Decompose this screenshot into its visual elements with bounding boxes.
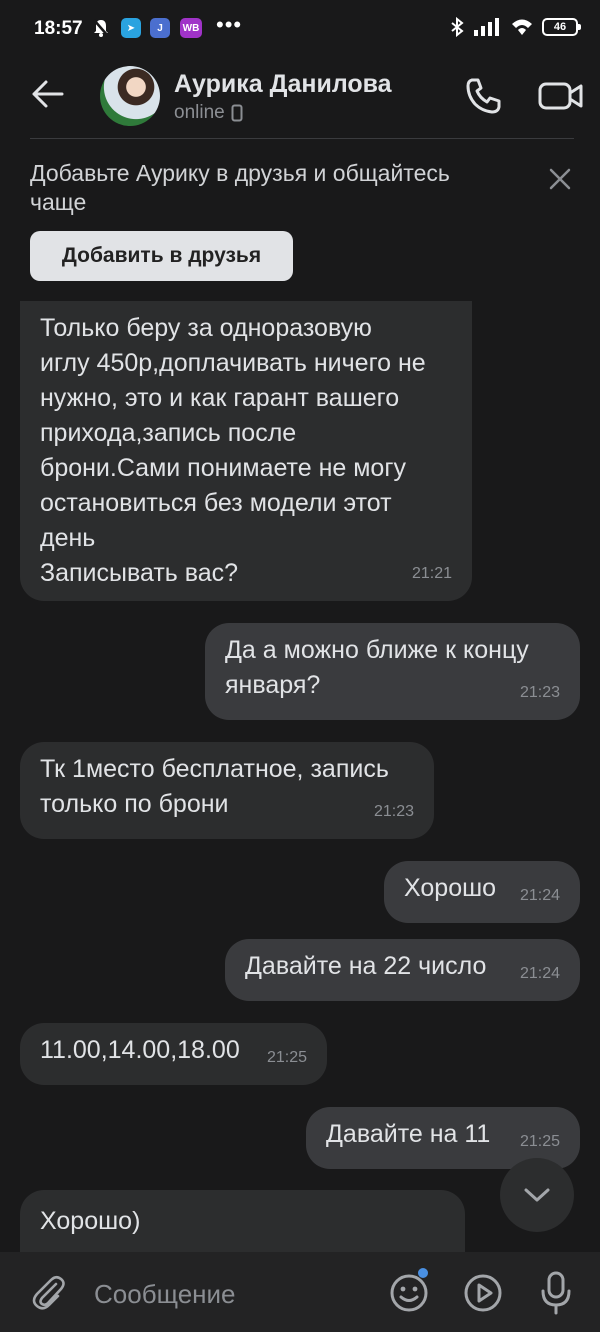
notification-dot bbox=[418, 1268, 428, 1278]
banner-text: Добавьте Аурику в друзья и общайтесь чащ… bbox=[30, 160, 450, 215]
message-time: 21:23 bbox=[519, 684, 560, 701]
wifi-icon bbox=[512, 19, 532, 35]
message-time: 21:25 bbox=[266, 1049, 307, 1066]
message-bubble[interactable]: Хорошо) ▬▬▬▬▬▬▬▬▬▬ bbox=[20, 1190, 465, 1252]
status-time: 18:57 bbox=[34, 18, 83, 39]
app-icon: J bbox=[150, 18, 170, 38]
message-text: Тк 1место бесплатное, запись только по б… bbox=[40, 755, 389, 818]
wb-icon: WB bbox=[180, 18, 202, 38]
message-text: Хорошо) bbox=[40, 1207, 141, 1235]
message-list[interactable]: Только беру за одноразовую иглу 450р,доп… bbox=[0, 301, 600, 1252]
message-time: 21:25 bbox=[519, 1133, 560, 1150]
message-time: 21:21 bbox=[411, 565, 452, 582]
message-bubble[interactable]: Только беру за одноразовую иглу 450р,доп… bbox=[20, 301, 472, 601]
contact-status: online bbox=[174, 102, 243, 124]
add-friend-button[interactable]: Добавить в друзья bbox=[30, 231, 293, 281]
message-link[interactable]: ▬▬▬▬▬▬▬▬▬▬ bbox=[40, 1239, 445, 1252]
message-time: 21:23 bbox=[373, 803, 414, 820]
play-icon[interactable] bbox=[462, 1272, 504, 1314]
telegram-icon: ➤ bbox=[121, 18, 141, 38]
paperclip-icon[interactable] bbox=[28, 1272, 68, 1312]
video-camera-icon[interactable] bbox=[536, 74, 586, 118]
message-time: 21:24 bbox=[519, 887, 560, 904]
phone-icon[interactable] bbox=[462, 74, 506, 118]
message-bubble[interactable]: Хорошо 21:24 bbox=[384, 861, 580, 923]
more-notifications: ••• bbox=[216, 12, 243, 37]
message-time: 21:24 bbox=[519, 965, 560, 982]
status-right: 46 bbox=[450, 17, 581, 37]
contact-name[interactable]: Аурика Данилова bbox=[174, 70, 392, 99]
mobile-device-icon bbox=[231, 104, 243, 122]
signal-icon bbox=[474, 18, 499, 36]
message-bubble[interactable]: 11.00,14.00,18.00 21:25 bbox=[20, 1023, 327, 1085]
back-arrow-icon[interactable] bbox=[28, 74, 68, 114]
bell-muted-icon bbox=[93, 19, 109, 37]
message-text: Да а можно ближе к концу января? bbox=[225, 636, 529, 699]
emoji-icon[interactable] bbox=[388, 1272, 430, 1314]
status-text: online bbox=[174, 102, 225, 123]
chevron-down-icon bbox=[524, 1188, 550, 1202]
message-input[interactable] bbox=[94, 1274, 364, 1314]
message-bubble[interactable]: Тк 1место бесплатное, запись только по б… bbox=[20, 742, 434, 839]
scroll-down-button[interactable] bbox=[500, 1158, 574, 1232]
message-bubble[interactable]: Давайте на 22 число 21:24 bbox=[225, 939, 580, 1001]
message-bubble[interactable]: Да а можно ближе к концу января? 21:23 bbox=[205, 623, 580, 720]
add-friend-banner: Добавьте Аурику в друзья и общайтесь чащ… bbox=[0, 139, 600, 301]
message-text: Только беру за одноразовую иглу 450р,доп… bbox=[40, 314, 426, 587]
message-text: Давайте на 22 число bbox=[245, 952, 487, 980]
close-icon[interactable] bbox=[546, 165, 574, 193]
message-composer bbox=[0, 1252, 600, 1332]
chat-header: Аурика Данилова online bbox=[0, 60, 600, 140]
battery-indicator: 46 bbox=[542, 18, 581, 36]
status-bar: 18:57 ➤ J WB ••• 46 bbox=[0, 0, 600, 60]
bluetooth-icon bbox=[451, 17, 464, 37]
microphone-icon[interactable] bbox=[538, 1270, 574, 1316]
avatar[interactable] bbox=[100, 66, 160, 126]
